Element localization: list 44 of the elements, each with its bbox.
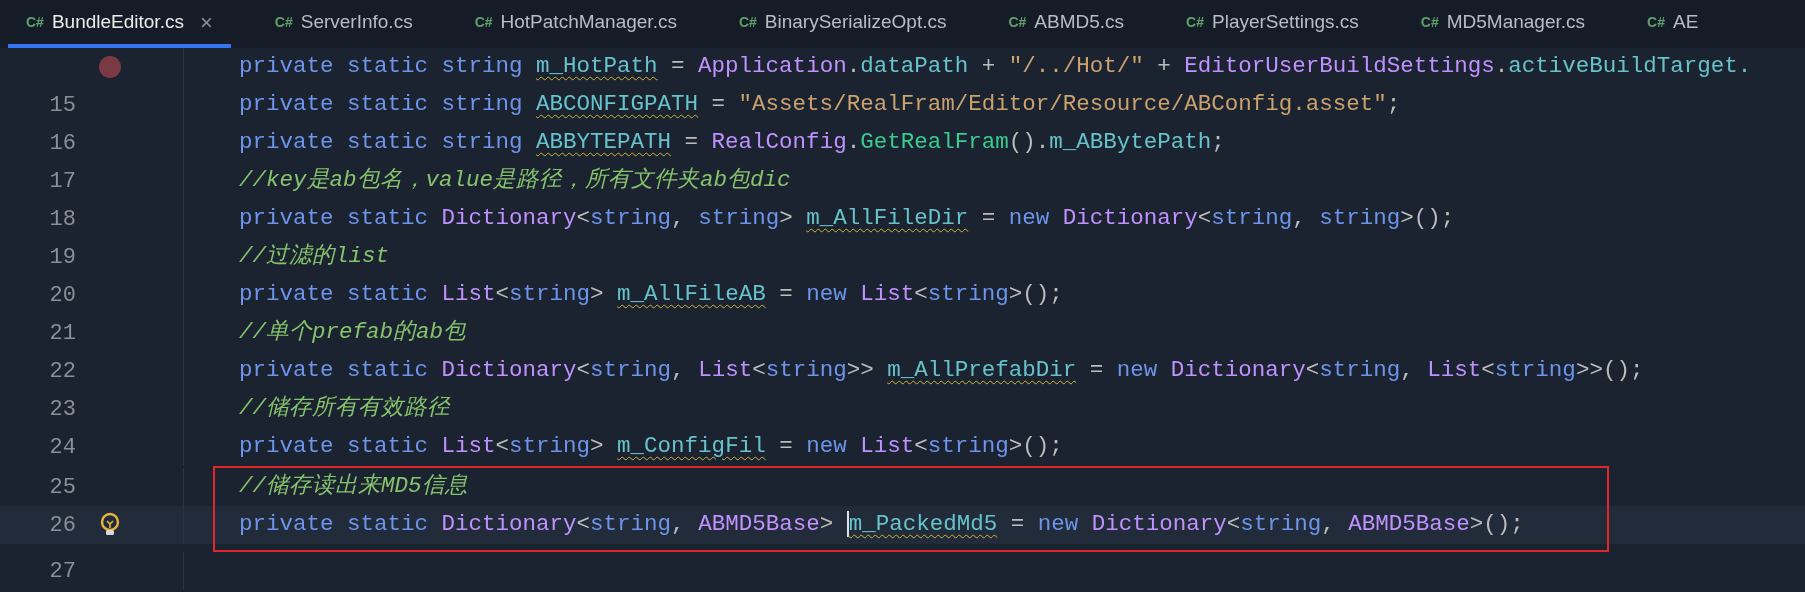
csharp-file-icon: C# <box>474 11 493 33</box>
code-comment: //储存读出来MD5信息 <box>239 472 468 502</box>
code-line: private static string ABCONFIGPATH = "Assets/RealFram/Editor/Resource/ABConfig.asset"; <box>239 90 1401 120</box>
code-line: private static Dictionary<string, List<string>> m_AllPrefabDir = new Dictionary<string, List<string>>(); <box>239 356 1644 386</box>
line-number: 17 <box>49 168 76 194</box>
csharp-file-icon: C# <box>1647 11 1665 33</box>
close-icon[interactable]: × <box>199 5 213 39</box>
lightbulb-icon[interactable] <box>99 512 121 538</box>
line-number: 16 <box>49 130 76 156</box>
file-tab[interactable]: C# PlayerSettings.cs <box>1168 0 1377 48</box>
file-tab[interactable]: C# BinarySerializeOpt.cs <box>720 0 965 48</box>
line-number: 25 <box>49 474 76 500</box>
line-number: 24 <box>49 434 76 460</box>
csharp-file-icon: C# <box>26 11 44 33</box>
code-comment: //key是ab包名，value是路径，所有文件夹ab包dic <box>239 166 791 196</box>
line-number: 23 <box>49 396 76 422</box>
code-line: private static Dictionary<string, string> m_AllFileDir = new Dictionary<string, string>(); <box>239 204 1455 234</box>
file-tab[interactable]: C# AE <box>1629 0 1717 48</box>
line-number: 21 <box>49 320 76 346</box>
csharp-file-icon: C# <box>738 11 757 33</box>
csharp-file-icon: C# <box>1420 11 1439 33</box>
file-tab[interactable]: C# HotPatchManager.cs <box>456 0 695 48</box>
csharp-file-icon: C# <box>1186 11 1204 33</box>
code-line: private static List<string> m_ConfigFil = new List<string>(); <box>239 432 1063 462</box>
file-tab[interactable]: C# ServerInfo.cs <box>256 0 431 48</box>
file-tab[interactable]: C# MD5Manager.cs <box>1402 0 1604 48</box>
line-number: 18 <box>49 206 76 232</box>
code-line: private static List<string> m_AllFileAB = new List<string>(); <box>239 280 1063 310</box>
line-number: 15 <box>49 92 76 118</box>
line-number: 20 <box>49 282 76 308</box>
code-comment: //单个prefab的ab包 <box>239 318 467 348</box>
line-number: 26 <box>49 512 76 538</box>
code-line: private static string m_HotPath = Application.dataPath + "/../Hot/" + EditorUserBuildSettings.activeBuildTarget. <box>239 52 1752 82</box>
code-comment: //过滤的list <box>239 242 389 272</box>
csharp-file-icon: C# <box>274 11 293 33</box>
code-line: private static Dictionary<string, ABMD5Base> m_PackedMd5 = new Dictionary<string, ABMD5Base>(); <box>239 510 1524 540</box>
line-number: 22 <box>49 358 76 384</box>
line-number: 19 <box>49 244 76 270</box>
code-line: private static string ABBYTEPATH = RealConfig.GetRealFram().m_ABBytePath; <box>239 128 1225 158</box>
file-tab[interactable]: C# BundleEditor.cs × <box>8 0 231 48</box>
code-comment: //储存所有有效路径 <box>239 394 450 424</box>
file-tab[interactable]: C# ABMD5.cs <box>990 0 1143 48</box>
line-number: 27 <box>49 558 76 584</box>
csharp-file-icon: C# <box>1008 11 1027 33</box>
